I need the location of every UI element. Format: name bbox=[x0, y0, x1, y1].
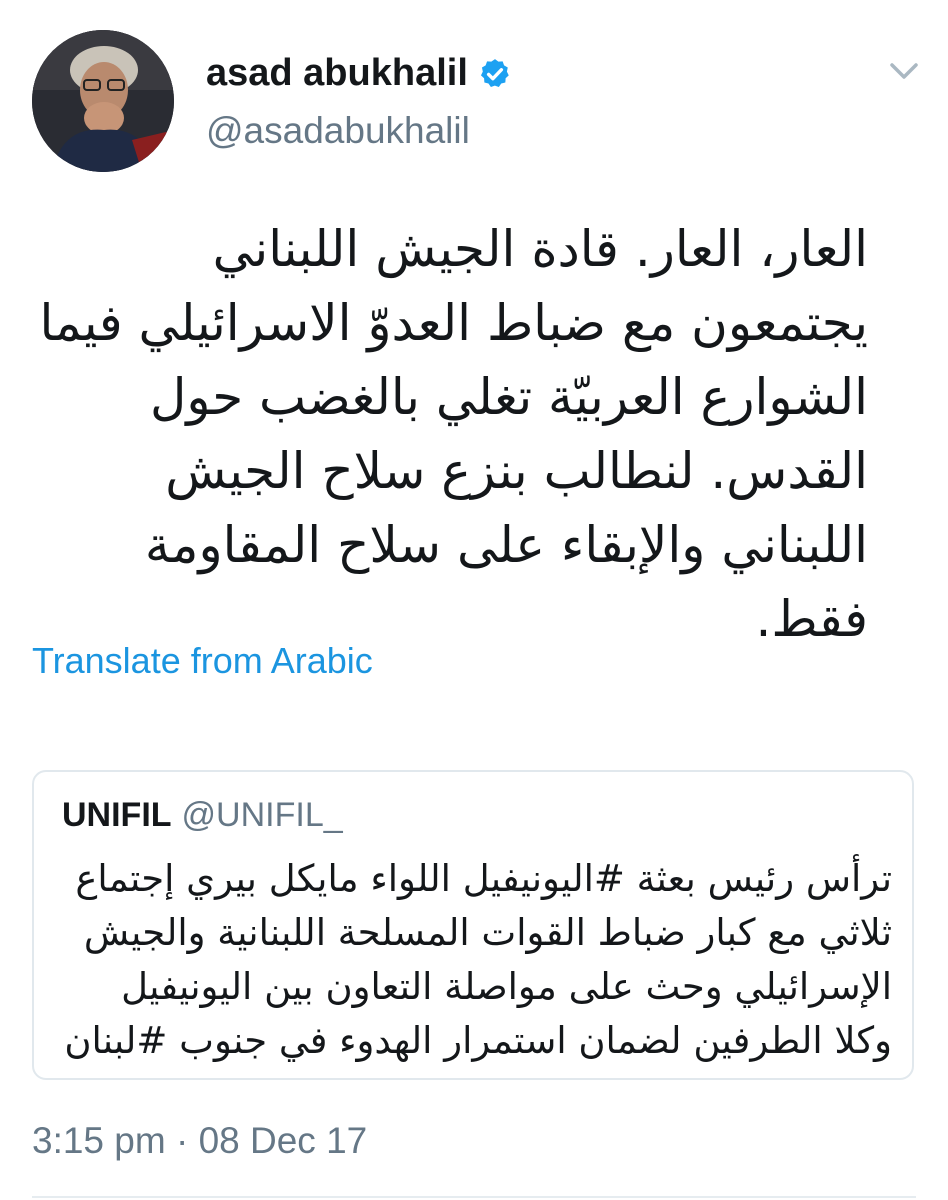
avatar[interactable] bbox=[32, 30, 174, 172]
verified-badge-icon bbox=[478, 57, 512, 91]
quoted-tweet-text: ترأس رئيس بعثة #اليونيفيل اللواء مايكل ب… bbox=[64, 857, 892, 1062]
quoted-author-name: UNIFIL bbox=[62, 796, 172, 834]
quoted-tweet-card[interactable]: UNIFIL @UNIFIL_ ترأس رئيس بعثة #اليونيفيل… bbox=[32, 770, 914, 1080]
quoted-author-handle: @UNIFIL_ bbox=[181, 796, 343, 834]
tweet-text: العار، العار. قادة الجيش اللبناني يجتمعو… bbox=[39, 220, 868, 648]
chevron-down-icon[interactable] bbox=[884, 56, 924, 86]
divider bbox=[32, 1196, 916, 1198]
author-display-name[interactable]: asad abukhalil bbox=[206, 52, 512, 95]
translate-link[interactable]: Translate from Arabic bbox=[32, 640, 373, 682]
tweet-detail: asad abukhalil @asadabukhalil العار، الع… bbox=[0, 0, 948, 1200]
quoted-tweet-header: UNIFIL @UNIFIL_ bbox=[62, 796, 343, 835]
display-name-text: asad abukhalil bbox=[206, 52, 468, 94]
tweet-timestamp[interactable]: 3:15 pm · 08 Dec 17 bbox=[32, 1120, 367, 1162]
avatar-photo bbox=[32, 30, 174, 172]
author-handle[interactable]: @asadabukhalil bbox=[206, 110, 470, 152]
